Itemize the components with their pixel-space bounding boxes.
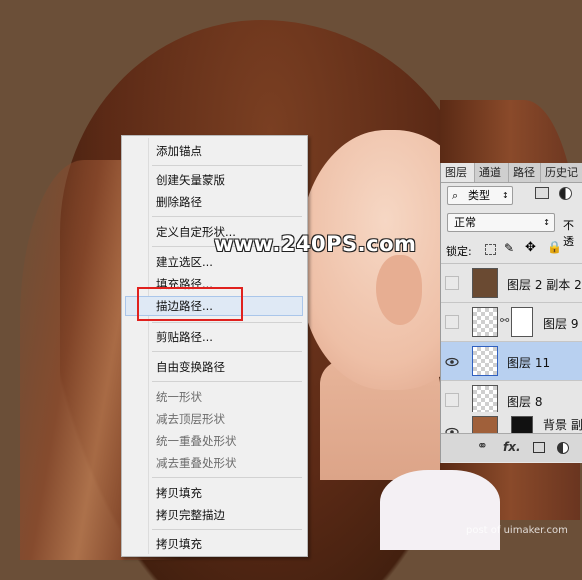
tab-layers[interactable]: 图层: [441, 163, 475, 182]
layers-bottom-bar: ⚭ fx.: [441, 433, 582, 462]
blend-row: 正常 ↕ 不透: [441, 210, 582, 248]
kind-filter-label: 类型: [468, 189, 490, 202]
tab-channels[interactable]: 通道: [475, 163, 509, 182]
search-icon: ⌕: [452, 189, 459, 202]
blend-mode-label: 正常: [454, 216, 476, 229]
menu-item-label: 拷贝填充: [156, 537, 202, 551]
menu-item-label: 减去重叠处形状: [156, 456, 237, 470]
chevron-updown-icon: ↕: [543, 218, 550, 227]
menu-item-paste-fill[interactable]: 拷贝填充: [122, 534, 307, 554]
lock-transparent-icon[interactable]: [485, 244, 496, 255]
menu-item-copy-fill[interactable]: 拷贝填充: [122, 483, 307, 503]
blend-mode-select[interactable]: 正常 ↕: [447, 213, 555, 232]
menu-item-clipping-path[interactable]: 剪贴路径...: [122, 327, 307, 347]
mask-icon[interactable]: [533, 442, 545, 453]
menu-item-label: 拷贝完整描边: [156, 508, 225, 522]
layer-mask-thumbnail: [511, 307, 533, 337]
layers-panel: 图层 通道 路径 历史记 ⌕ 类型 ↕ 正常 ↕ 不透 锁定: ✎ ✥ 🔒 图层…: [440, 163, 582, 463]
bottom-watermark: post of uimaker.com: [466, 525, 568, 536]
visibility-toggle[interactable]: [445, 315, 459, 329]
path-context-menu: 添加锚点 创建矢量蒙版 删除路径 定义自定形状... 建立选区... 填充路径.…: [121, 135, 308, 557]
menu-item-delete-path[interactable]: 删除路径: [122, 192, 307, 212]
menu-item-free-transform-path[interactable]: 自由变换路径: [122, 357, 307, 377]
layer-name: 图层 9: [543, 317, 579, 331]
menu-item-subtract-at-overlap: 减去重叠处形状: [122, 453, 307, 473]
menu-item-label: 拷贝填充: [156, 486, 202, 500]
layer-thumbnail: [472, 307, 498, 337]
move-icon[interactable]: ✥: [525, 240, 536, 255]
menu-item-label: 创建矢量蒙版: [156, 173, 225, 187]
menu-separator: [152, 477, 302, 478]
layer-row[interactable]: 图层 2 副本 2: [441, 264, 582, 303]
menu-item-label: 统一形状: [156, 390, 202, 404]
menu-separator: [152, 165, 302, 166]
menu-item-create-vector-mask[interactable]: 创建矢量蒙版: [122, 170, 307, 190]
filter-row: ⌕ 类型 ↕: [441, 183, 582, 209]
collar-shape: [380, 470, 500, 550]
menu-item-label: 统一重叠处形状: [156, 434, 237, 448]
tab-paths[interactable]: 路径: [509, 163, 541, 182]
layer-thumbnail: [472, 268, 498, 298]
menu-item-label: 剪贴路径...: [156, 330, 213, 344]
chevron-updown-icon: ↕: [502, 191, 509, 200]
lock-label: 锁定:: [446, 245, 472, 258]
layer-name: 图层 8: [507, 395, 543, 409]
chain-link-icon: ⚯: [500, 314, 510, 327]
layer-row-selected[interactable]: 图层 11: [441, 342, 582, 381]
menu-item-label: 自由变换路径: [156, 360, 225, 374]
adjustment-filter-icon[interactable]: [559, 187, 572, 200]
layer-thumbnail: [472, 416, 498, 433]
visibility-toggle[interactable]: [445, 393, 459, 407]
highlight-frame: [137, 287, 243, 321]
layer-row[interactable]: ⚯ 图层 9: [441, 303, 582, 342]
tab-history[interactable]: 历史记: [541, 163, 582, 182]
fx-icon[interactable]: fx.: [503, 440, 521, 454]
menu-item-label: 添加锚点: [156, 144, 202, 158]
ear-shape: [376, 255, 422, 325]
layer-name: 图层 2 副本 2: [507, 278, 582, 292]
visibility-toggle[interactable]: [445, 276, 459, 290]
kind-filter-select[interactable]: ⌕ 类型 ↕: [447, 186, 513, 205]
menu-item-label: 减去顶层形状: [156, 412, 225, 426]
layer-thumbnail: [472, 346, 498, 376]
menu-item-unite-shapes: 统一形状: [122, 387, 307, 407]
menu-separator: [152, 529, 302, 530]
brush-icon[interactable]: ✎: [504, 241, 514, 255]
panel-tabs: 图层 通道 路径 历史记: [441, 163, 582, 183]
eye-icon[interactable]: [445, 354, 459, 368]
menu-item-add-anchor[interactable]: 添加锚点: [122, 141, 307, 161]
menu-item-subtract-front-shape: 减去顶层形状: [122, 409, 307, 429]
menu-separator: [152, 322, 302, 323]
layer-name: 图层 11: [507, 356, 551, 370]
menu-separator: [152, 216, 302, 217]
menu-separator: [152, 381, 302, 382]
adjustment-icon[interactable]: [557, 442, 569, 454]
layer-name: 背景 副: [543, 418, 582, 432]
lock-row: 锁定: ✎ ✥ 🔒: [441, 237, 582, 264]
menu-item-label: 删除路径: [156, 195, 202, 209]
menu-separator: [152, 351, 302, 352]
menu-item-copy-complete-stroke[interactable]: 拷贝完整描边: [122, 505, 307, 525]
layer-mask-thumbnail: [511, 416, 533, 433]
image-filter-icon[interactable]: [535, 187, 549, 199]
watermark-text: www.240PS.com: [214, 232, 417, 256]
lock-icon[interactable]: 🔒: [547, 240, 562, 254]
menu-item-label: 建立选区...: [156, 255, 213, 269]
link-icon[interactable]: ⚭: [477, 439, 488, 454]
menu-item-unite-at-overlap: 统一重叠处形状: [122, 431, 307, 451]
layer-row[interactable]: 背景 副: [441, 412, 582, 434]
layer-thumbnail: [472, 385, 498, 415]
